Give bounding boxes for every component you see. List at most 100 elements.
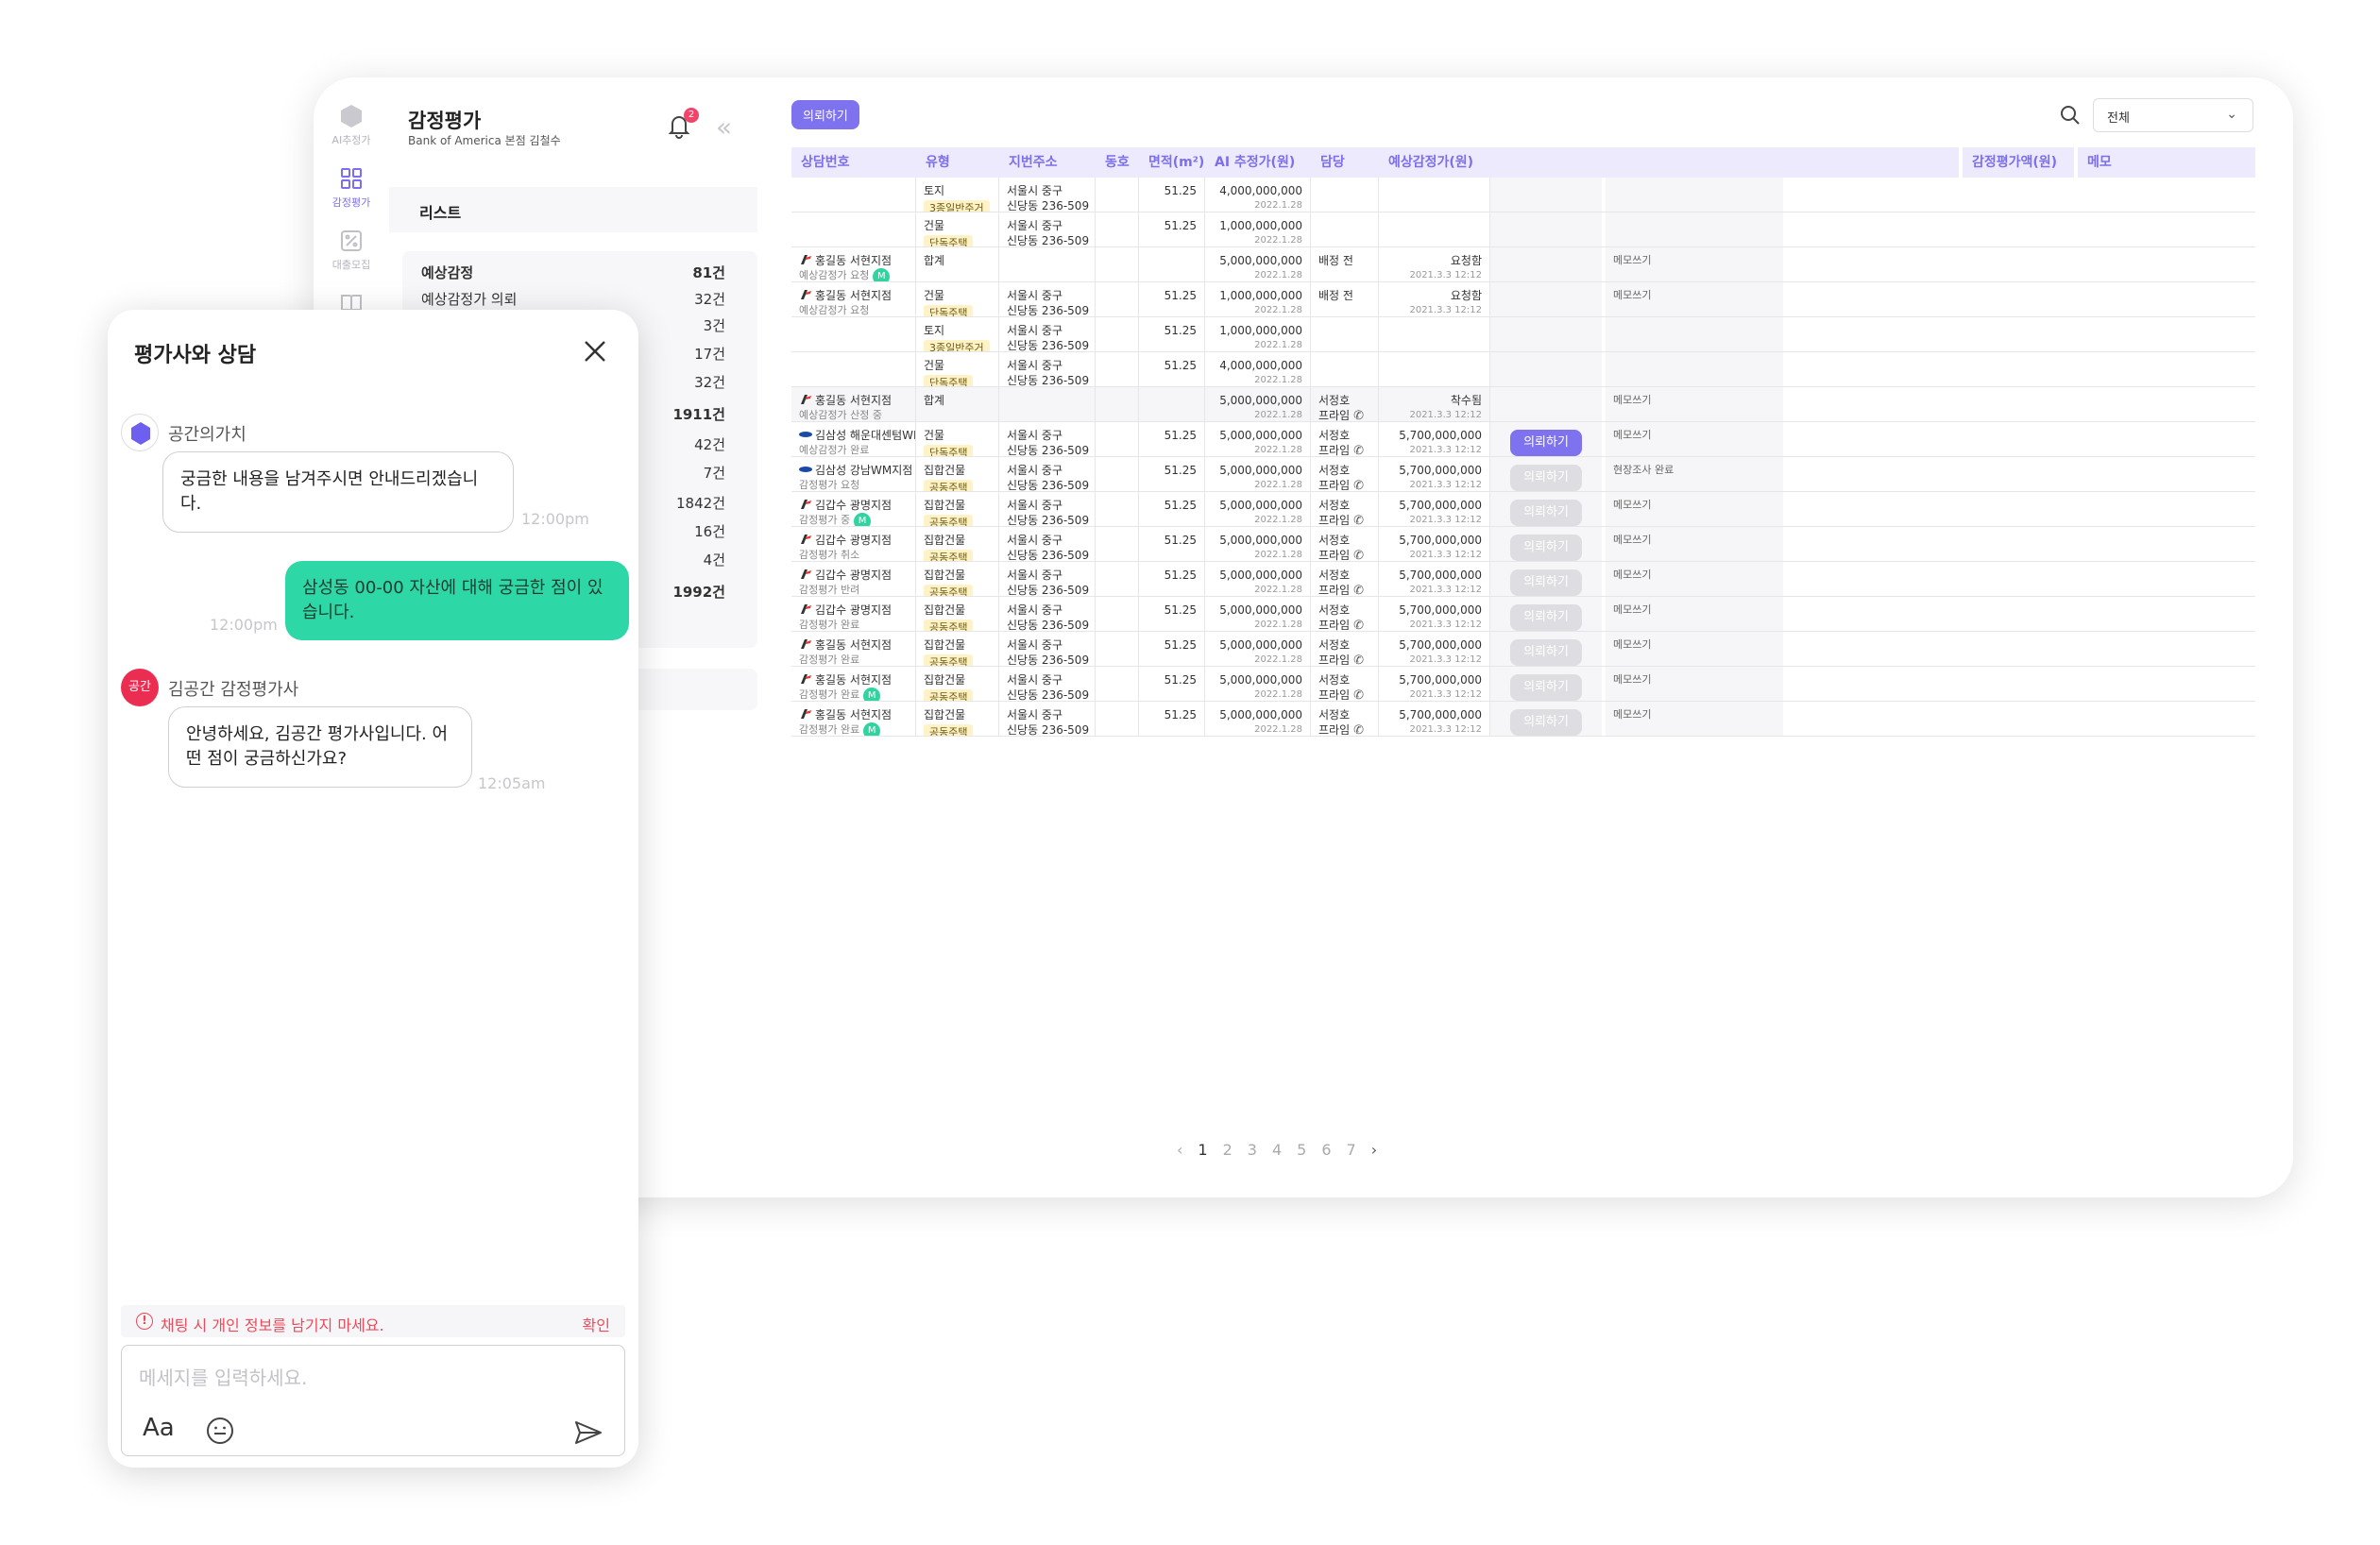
phone-icon[interactable]: ✆ [1353,514,1364,526]
page-number[interactable]: 2 [1223,1141,1232,1159]
table-row[interactable]: 토지 3종일반주거 서울시 중구 신당동 236-509 51.25 4,000,000,… [791,178,2255,212]
eval-request-button[interactable]: 의뢰하기 [1510,639,1582,666]
table-row[interactable]: 홍길동 서현지점 감정평가 완료 M 집합건물 공동주택 서울시 중구 신당동 236-50… [791,702,2255,737]
row-status: 예상감정가 산정 중 [799,409,882,421]
rail-item-appraisal[interactable]: 감정평가 [314,166,389,210]
page-number[interactable]: 5 [1297,1141,1306,1159]
cell-estimate: 요청함 2021.3.3 12:12 [1379,282,1490,316]
cell-memo[interactable]: 메모쓰기 [1606,702,1783,736]
cell-memo[interactable]: 메모쓰기 [1606,492,1783,526]
column-header[interactable]: 동호 [1096,147,1130,178]
next-page-icon[interactable]: › [1371,1141,1377,1159]
request-button[interactable]: 의뢰하기 [791,100,859,129]
m-badge: M [873,268,891,281]
cell-memo[interactable]: 메모쓰기 [1606,387,1783,421]
eval-request-button[interactable]: 의뢰하기 [1510,604,1582,631]
phone-icon[interactable]: ✆ [1353,688,1364,701]
column-header[interactable]: 면적(m²) [1139,147,1204,178]
warning-text: 채팅 시 개인 정보를 남기지 마세요. [161,1316,384,1334]
send-icon[interactable] [573,1418,604,1448]
type-tag: 단독주택 [924,235,974,246]
table-row[interactable]: 홍길동 서현지점 예상감정가 산정 중 합계 5,000,000,000 2022.1.… [791,387,2255,422]
cell-memo[interactable]: 메모쓰기 [1606,282,1783,316]
page-number[interactable]: 7 [1347,1141,1356,1159]
rail-item-ai[interactable]: AI추정가 [314,104,389,147]
column-header[interactable]: 예상감정가(원) [1379,147,1473,178]
table-row[interactable]: 토지 3종일반주거 서울시 중구 신당동 236-509 51.25 1,000,000,… [791,317,2255,352]
cell-memo[interactable]: 현장조사 완료 [1606,457,1783,491]
cell-memo[interactable]: 메모쓰기 [1606,247,1783,281]
column-header[interactable]: AI 추정가(원) [1205,147,1295,178]
table-row[interactable]: 건물 단독주택 서울시 중구 신당동 236-509 51.25 4,000,000,00… [791,352,2255,387]
font-button[interactable]: Aa [143,1414,175,1442]
column-header[interactable]: 메모 [2078,147,2112,178]
cell-type: 건물 단독주택 [916,352,999,386]
type-label: 집합건물 [924,534,966,547]
cell-memo[interactable]: 메모쓰기 [1606,632,1783,666]
page-number[interactable]: 6 [1321,1141,1331,1159]
cell-manager: 배정 전 [1311,247,1379,281]
prev-page-icon[interactable]: ‹ [1177,1141,1182,1159]
estimate-value: 5,700,000,000 [1399,499,1482,512]
eval-request-button[interactable]: 의뢰하기 [1510,465,1582,491]
phone-icon[interactable]: ✆ [1353,479,1364,491]
filter-select[interactable]: 전체 ⌄ [2093,98,2253,132]
cell-unit [1096,387,1139,421]
rail-item-loan[interactable]: 대출모집 [314,229,389,272]
memo-text: 메모쓰기 [1613,708,1652,721]
emoji-icon[interactable] [205,1416,235,1446]
cell-type: 합계 [916,387,999,421]
category-item[interactable]: 예상감정 81건 [421,263,744,282]
cell-memo[interactable] [1606,212,1783,246]
warning-confirm-button[interactable]: 확인 [583,1313,610,1335]
collapse-icon[interactable]: « [716,111,732,143]
cell-memo[interactable]: 메모쓰기 [1606,422,1783,456]
table-row[interactable]: 김갑수 광명지점 감정평가 중 M 집합건물 공동주택 서울시 중구 신당동 236-509… [791,492,2255,527]
eval-request-button[interactable]: 의뢰하기 [1510,674,1582,701]
table-row[interactable]: 김갑수 광명지점 감정평가 반려 집합건물 공동주택 서울시 중구 신당동 236-509… [791,562,2255,597]
eval-request-button[interactable]: 의뢰하기 [1510,709,1582,736]
category-item[interactable]: 예상감정가 의뢰 32건 [421,289,744,309]
list-label: 리스트 [419,204,462,222]
page-number[interactable]: 1 [1198,1141,1207,1159]
column-header[interactable]: 담당 [1311,147,1345,178]
column-header[interactable]: 감정평가액(원) [1963,147,2057,178]
table-row[interactable]: 김삼성 강남WM지점 감정평가 요청 집합건물 공동주택 서울시 중구 신당동 236-5… [791,457,2255,492]
table-row[interactable]: 홍길동 서현지점 예상감정가 요청 건물 단독주택 서울시 중구 신당동 236-509 5… [791,282,2255,317]
phone-icon[interactable]: ✆ [1353,619,1364,631]
table-row[interactable]: 건물 단독주택 서울시 중구 신당동 236-509 51.25 1,000,000,00… [791,212,2255,247]
phone-icon[interactable]: ✆ [1353,409,1364,421]
phone-icon[interactable]: ✆ [1353,723,1364,736]
manager-team: 프라임 [1318,584,1351,596]
phone-icon[interactable]: ✆ [1353,444,1364,456]
eval-request-button[interactable]: 의뢰하기 [1510,535,1582,561]
table-row[interactable]: 김갑수 광명지점 감정평가 완료 집합건물 공동주택 서울시 중구 신당동 236-509… [791,597,2255,632]
phone-icon[interactable]: ✆ [1353,549,1364,561]
eval-request-button[interactable]: 의뢰하기 [1510,569,1582,596]
page-number[interactable]: 4 [1272,1141,1282,1159]
table-row[interactable]: 홍길동 서현지점 감정평가 완료 M 집합건물 공동주택 서울시 중구 신당동 236-50… [791,667,2255,702]
table-row[interactable]: 김삼성 해운대센텀WM지점예상감정가 완료건물단독주택서울시 중구신당동 236… [791,422,2255,457]
search-icon[interactable] [2059,104,2082,127]
eval-request-button[interactable]: 의뢰하기 [1510,500,1582,526]
message-input[interactable] [139,1367,592,1389]
phone-icon[interactable]: ✆ [1353,584,1364,596]
cell-memo[interactable]: 메모쓰기 [1606,597,1783,631]
phone-icon[interactable]: ✆ [1353,654,1364,666]
table-row[interactable]: 김갑수 광명지점 감정평가 취소 집합건물 공동주택 서울시 중구 신당동 236-509… [791,527,2255,562]
column-header[interactable]: 상담번호 [791,147,850,178]
cell-memo[interactable] [1606,317,1783,351]
cell-memo[interactable]: 메모쓰기 [1606,667,1783,701]
column-header[interactable]: 유형 [916,147,950,178]
column-header[interactable]: 지번주소 [999,147,1058,178]
branch-name: 김삼성 강남WM지점 [815,464,913,477]
cell-memo[interactable]: 메모쓰기 [1606,527,1783,561]
eval-request-button[interactable]: 의뢰하기 [1510,430,1582,456]
table-row[interactable]: 홍길동 서현지점 감정평가 완료 집합건물 공동주택 서울시 중구 신당동 236-509… [791,632,2255,667]
page-number[interactable]: 3 [1248,1141,1257,1159]
cell-memo[interactable] [1606,178,1783,212]
close-icon[interactable] [578,334,612,368]
cell-memo[interactable] [1606,352,1783,386]
cell-memo[interactable]: 메모쓰기 [1606,562,1783,596]
table-row[interactable]: 홍길동 서현지점 예상감정가 요청 M 합계 5,000,000,000 2022.1.2… [791,247,2255,282]
